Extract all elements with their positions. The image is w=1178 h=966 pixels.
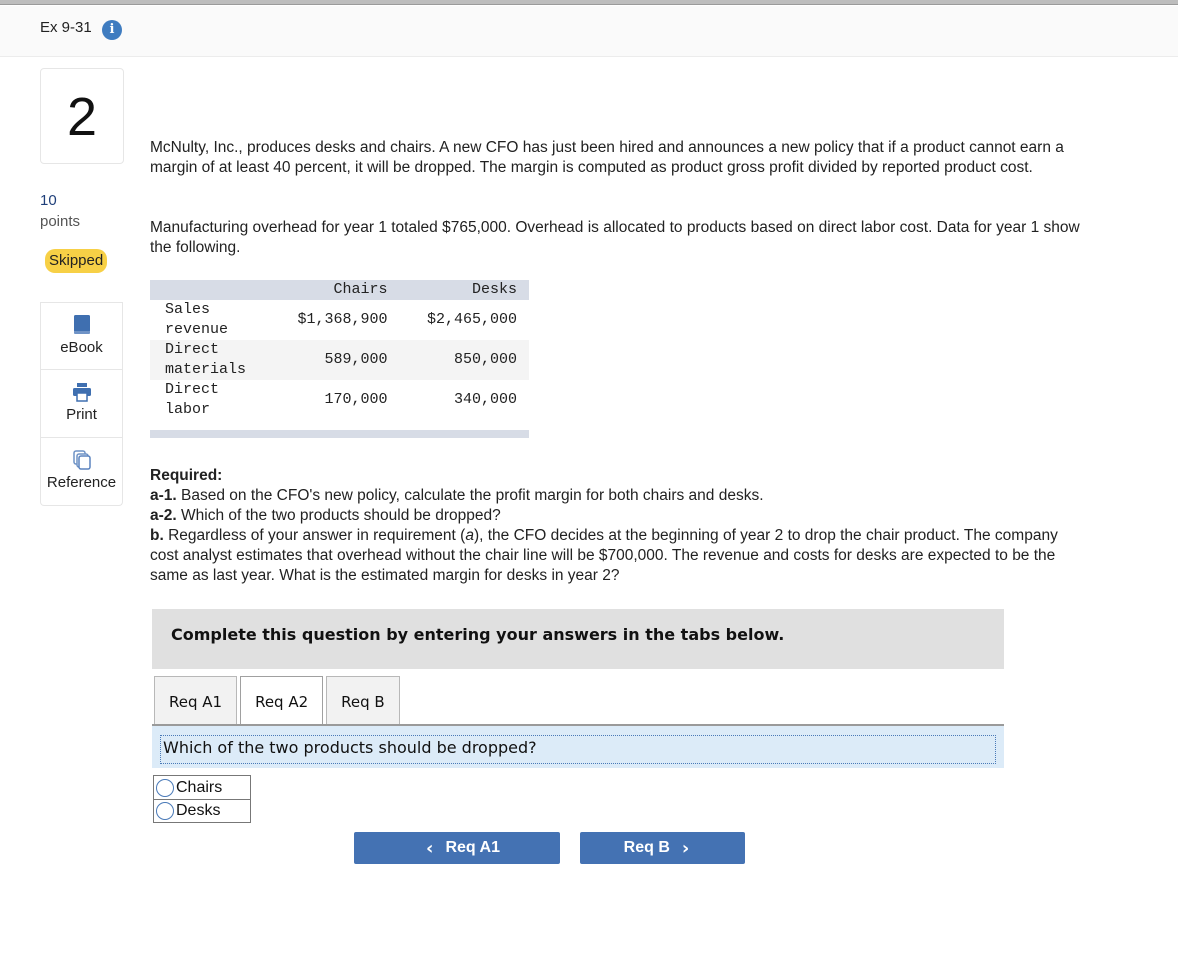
chairs-value: 589,000	[270, 340, 400, 380]
required-section: Required: a-1. Based on the CFO's new po…	[150, 466, 1090, 586]
instructions-text: Complete this question by entering your …	[171, 625, 785, 644]
requirement-a1-key: a-1.	[150, 487, 177, 504]
prev-req-label: Req A1	[445, 839, 500, 856]
answer-options: Chairs Desks	[153, 775, 251, 823]
requirement-a2-key: a-2.	[150, 507, 177, 524]
status-badge: Skipped	[45, 249, 108, 273]
desks-value: 340,000	[453, 391, 517, 408]
option-chairs[interactable]: Chairs	[154, 776, 250, 799]
table-row: Sales revenue $1,368,900 $2,465,000	[150, 300, 529, 340]
table-footer	[150, 430, 529, 438]
prompt-text: Which of the two products should be drop…	[160, 735, 996, 764]
table-row: Direct labor 170,000 340,000	[150, 380, 529, 420]
chairs-value: $1,368,900	[297, 311, 388, 328]
desks-value: $2,465,000	[426, 311, 517, 328]
requirement-b-key: b.	[150, 527, 164, 544]
print-label: Print	[66, 406, 97, 423]
tab-req-b[interactable]: Req B	[326, 676, 400, 725]
ebook-button[interactable]: eBook	[40, 302, 123, 370]
option-chairs-label: Chairs	[176, 778, 223, 796]
requirement-a1: a-1. Based on the CFO's new policy, calc…	[150, 486, 1090, 506]
row-label: Sales revenue	[165, 301, 229, 338]
info-icon[interactable]: i	[102, 20, 122, 40]
radio-chairs[interactable]	[156, 778, 174, 797]
row-label: Direct materials	[150, 340, 270, 380]
table-header-desks: Desks	[399, 280, 529, 300]
question-prompt: Which of the two products should be drop…	[152, 726, 1004, 768]
problem-paragraph-1: McNulty, Inc., produces desks and chairs…	[150, 139, 1064, 176]
table-header-row: Chairs Desks	[150, 280, 529, 300]
book-icon	[41, 315, 122, 335]
next-req-button[interactable]: Req B ›	[580, 832, 745, 864]
requirement-a2: a-2. Which of the two products should be…	[150, 506, 1090, 526]
points-label: points	[40, 213, 81, 230]
row-label: Direct labor	[165, 381, 220, 418]
table-header-blank	[150, 280, 270, 300]
data-table: Chairs Desks Sales revenue $1,368,900 $2…	[150, 280, 529, 438]
requirement-a2-text: Which of the two products should be drop…	[176, 507, 501, 524]
option-desks[interactable]: Desks	[154, 799, 250, 822]
desks-value: 850,000	[399, 340, 529, 380]
exercise-title: Ex 9-31	[40, 19, 92, 36]
print-button[interactable]: Print	[40, 370, 123, 438]
table-header-chairs: Chairs	[270, 280, 400, 300]
ebook-label: eBook	[60, 339, 103, 356]
reference-label: Reference	[46, 474, 117, 491]
chairs-value: 170,000	[324, 391, 388, 408]
copy-icon	[41, 450, 122, 470]
chevron-right-icon: ›	[681, 837, 690, 859]
top-strip-bar	[0, 0, 1178, 5]
table-spacer	[150, 420, 529, 430]
option-desks-label: Desks	[176, 802, 221, 819]
question-header: Ex 9-31 i	[0, 6, 1178, 57]
next-req-label: Req B	[623, 839, 670, 856]
radio-desks[interactable]	[156, 802, 174, 820]
tab-req-a1[interactable]: Req A1	[154, 676, 238, 725]
reference-button[interactable]: Reference	[40, 438, 123, 506]
required-heading: Required:	[150, 467, 223, 484]
printer-icon	[41, 382, 122, 402]
question-number: 2	[40, 68, 124, 164]
requirement-b-italic: a	[465, 527, 474, 544]
points-value: 10	[40, 192, 57, 209]
tab-req-a2[interactable]: Req A2	[240, 676, 324, 725]
instructions-banner: Complete this question by entering your …	[152, 609, 1004, 669]
requirement-a1-text: Based on the CFO's new policy, calculate…	[176, 487, 764, 504]
requirement-tabs: Req A1 Req A2 Req B	[154, 676, 403, 725]
problem-paragraph-2: Manufacturing overhead for year 1 totale…	[150, 219, 1080, 256]
requirement-b: b. Regardless of your answer in requirem…	[150, 526, 1090, 586]
side-tools: eBook Print Reference	[40, 302, 123, 506]
requirement-b-text-1: Regardless of your answer in requirement…	[163, 527, 466, 544]
chevron-left-icon: ‹	[426, 837, 434, 859]
prev-req-button[interactable]: ‹ Req A1	[354, 832, 560, 864]
table-row: Direct materials 589,000 850,000	[150, 340, 529, 380]
